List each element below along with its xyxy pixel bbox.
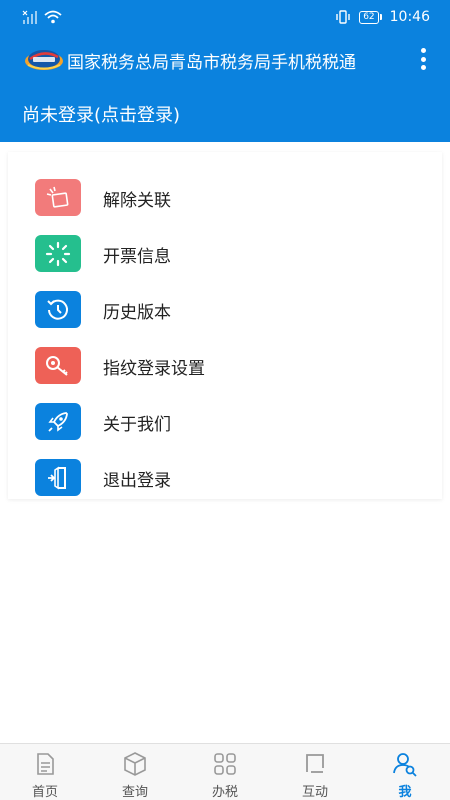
tab-me[interactable]: 我	[360, 744, 450, 800]
rocket-icon	[35, 403, 81, 440]
tab-label: 我	[398, 785, 412, 800]
more-dot-icon	[420, 65, 426, 70]
battery-level: 62	[359, 10, 379, 24]
loading-spinner-icon	[35, 235, 81, 272]
app-title: 国家税务总局青岛市税务局手机税税通	[67, 53, 356, 73]
tab-label: 办税	[211, 785, 238, 800]
menu-item-about-us[interactable]: 关于我们	[8, 393, 442, 449]
tab-label: 首页	[31, 785, 58, 800]
more-dot-icon	[420, 56, 426, 62]
status-bar: 62 10:46	[0, 0, 450, 36]
more-dot-icon	[420, 48, 426, 53]
app-bar: 国家税务总局青岛市税务局手机税税通	[0, 36, 450, 82]
tab-tax-service[interactable]: 办税	[180, 744, 270, 800]
battery-icon: 62	[359, 10, 382, 24]
login-prompt: 尚未登录(点击登录)	[22, 105, 181, 126]
bottom-tab-bar: 首页 查询 办税 互动 我	[0, 743, 450, 800]
vibrate-icon	[336, 10, 350, 24]
unlink-icon	[35, 179, 81, 216]
menu-list: 解除关联 开票信息 历史版本 指纹登录设置 关于我们 退出登录	[8, 152, 442, 499]
menu-item-unlink[interactable]: 解除关联	[8, 169, 442, 225]
tab-label: 互动	[301, 785, 328, 800]
grid-icon	[214, 753, 236, 775]
menu-label: 历史版本	[103, 303, 171, 323]
bracket-icon	[306, 754, 324, 773]
status-right: 62 10:46	[335, 9, 430, 25]
tab-interaction[interactable]: 互动	[270, 744, 360, 800]
logout-door-icon	[35, 459, 81, 496]
document-icon	[37, 753, 54, 775]
menu-label: 关于我们	[103, 415, 171, 435]
menu-item-history-versions[interactable]: 历史版本	[8, 281, 442, 337]
wifi-icon	[44, 10, 62, 24]
user-search-icon	[393, 753, 417, 777]
menu-item-invoice-info[interactable]: 开票信息	[8, 225, 442, 281]
signal-icon	[22, 10, 37, 24]
tab-query[interactable]: 查询	[90, 744, 180, 800]
menu-label: 退出登录	[103, 471, 171, 491]
history-clock-icon	[35, 291, 81, 328]
cube-icon	[124, 752, 146, 776]
more-options-button[interactable]	[416, 46, 430, 72]
key-icon	[35, 347, 81, 384]
tab-label: 查询	[121, 785, 148, 800]
status-left	[22, 10, 62, 24]
clock-time: 10:46	[389, 9, 430, 25]
menu-item-fingerprint-login[interactable]: 指纹登录设置	[8, 337, 442, 393]
menu-item-logout[interactable]: 退出登录	[8, 449, 442, 505]
tab-home[interactable]: 首页	[0, 744, 90, 800]
menu-label: 指纹登录设置	[103, 359, 205, 379]
login-banner[interactable]: 尚未登录(点击登录)	[0, 82, 450, 142]
menu-label: 解除关联	[103, 191, 171, 211]
menu-label: 开票信息	[103, 247, 171, 267]
app-logo-icon	[25, 50, 63, 70]
